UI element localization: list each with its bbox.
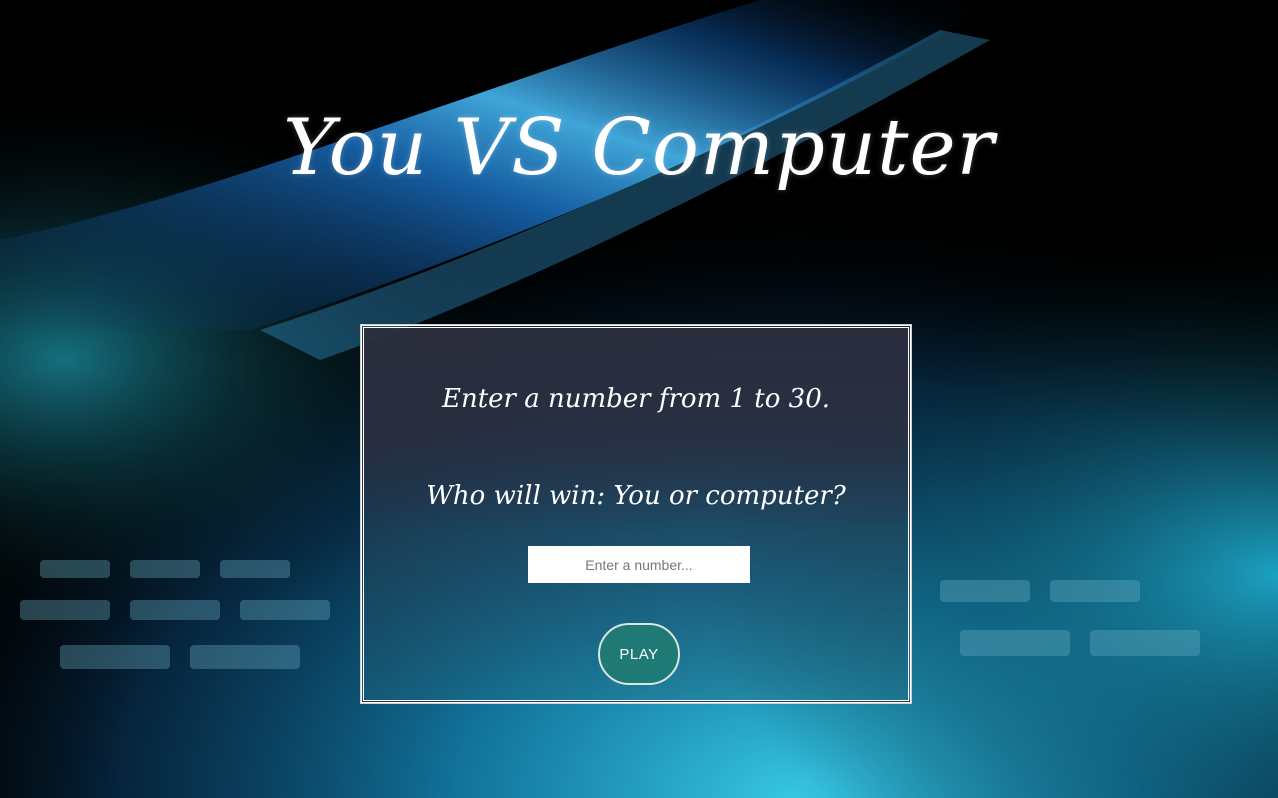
instruction-text: Enter a number from 1 to 30.	[441, 384, 831, 414]
game-panel: Enter a number from 1 to 30. Who will wi…	[360, 324, 912, 704]
page-title: You VS Computer	[283, 103, 995, 193]
play-button[interactable]: PLAY	[598, 623, 680, 685]
question-text: Who will win: You or computer?	[426, 481, 846, 511]
page: You VS Computer Enter a number from 1 to…	[0, 0, 1278, 798]
number-input[interactable]	[528, 546, 750, 583]
